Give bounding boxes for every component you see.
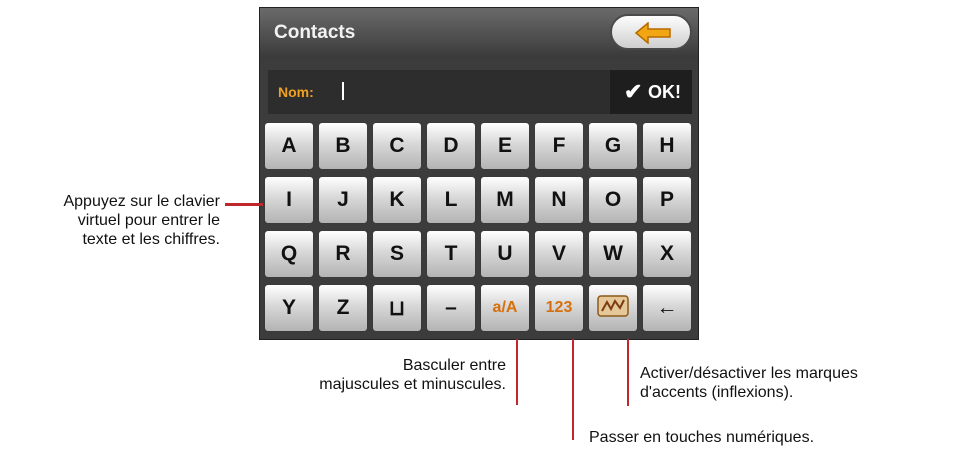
key-label: – bbox=[445, 296, 457, 319]
case-annotation: Basculer entre majuscules et minuscules. bbox=[248, 356, 506, 394]
key-a[interactable]: A bbox=[264, 122, 314, 170]
key-label: S bbox=[389, 242, 404, 265]
numeric-toggle-label: 123 bbox=[545, 299, 573, 316]
key-label: P bbox=[659, 188, 674, 211]
key-p[interactable]: P bbox=[642, 176, 692, 224]
key-numeric-toggle[interactable]: 123 bbox=[534, 284, 584, 332]
key-label: R bbox=[335, 242, 351, 265]
virtual-keyboard: A B C D E F G H I J K L M N O P Q R S T U V W X Y Z ⊔ – a/A 123 ← bbox=[264, 122, 696, 338]
space-icon: ⊔ bbox=[388, 296, 406, 320]
name-input-bar: Nom: ✔ OK! bbox=[268, 70, 692, 114]
key-label: F bbox=[552, 134, 566, 157]
text-caret bbox=[342, 82, 344, 100]
key-s[interactable]: S bbox=[372, 230, 422, 278]
key-k[interactable]: K bbox=[372, 176, 422, 224]
numeric-annotation: Passer en touches numériques. bbox=[589, 429, 815, 446]
key-label: C bbox=[389, 134, 405, 157]
check-icon: ✔ bbox=[624, 79, 643, 104]
accent-marks-icon bbox=[596, 293, 630, 324]
key-w[interactable]: W bbox=[588, 230, 638, 278]
back-button[interactable] bbox=[610, 14, 692, 50]
key-g[interactable]: G bbox=[588, 122, 638, 170]
key-label: Q bbox=[280, 242, 298, 265]
key-q[interactable]: Q bbox=[264, 230, 314, 278]
keyboard-annotation-line: texte et les chiffres. bbox=[82, 231, 220, 248]
keyboard-annotation-line: virtuel pour entrer le bbox=[77, 212, 220, 229]
key-label: B bbox=[335, 134, 351, 157]
key-label: T bbox=[444, 242, 458, 265]
key-c[interactable]: C bbox=[372, 122, 422, 170]
key-n[interactable]: N bbox=[534, 176, 584, 224]
key-z[interactable]: Z bbox=[318, 284, 368, 332]
key-u[interactable]: U bbox=[480, 230, 530, 278]
keyboard-annotation-line: Appuyez sur le clavier bbox=[63, 193, 220, 210]
accent-annotation: Activer/désactiver les marques d'accents… bbox=[640, 364, 858, 402]
key-o[interactable]: O bbox=[588, 176, 638, 224]
numeric-leader-line bbox=[572, 339, 574, 440]
case-annotation-line: Basculer entre bbox=[402, 357, 506, 374]
key-d[interactable]: D bbox=[426, 122, 476, 170]
key-label: L bbox=[444, 188, 458, 211]
key-i[interactable]: I bbox=[264, 176, 314, 224]
case-leader-line bbox=[516, 339, 518, 405]
key-label: J bbox=[337, 188, 349, 211]
key-accent-toggle[interactable] bbox=[588, 284, 638, 332]
key-label: Z bbox=[336, 296, 350, 319]
name-field-label: Nom: bbox=[278, 84, 314, 100]
accent-leader-line bbox=[627, 339, 629, 406]
key-label: I bbox=[286, 188, 292, 211]
key-r[interactable]: R bbox=[318, 230, 368, 278]
ok-button[interactable]: ✔ OK! bbox=[610, 70, 692, 114]
key-e[interactable]: E bbox=[480, 122, 530, 170]
keyboard-annotation: Appuyez sur le clavier virtuel pour entr… bbox=[4, 192, 220, 249]
key-label: K bbox=[389, 188, 405, 211]
key-x[interactable]: X bbox=[642, 230, 692, 278]
key-label: H bbox=[659, 134, 675, 157]
accent-annotation-line: Activer/désactiver les marques bbox=[640, 365, 858, 382]
key-dash[interactable]: – bbox=[426, 284, 476, 332]
case-toggle-label: a/A bbox=[492, 299, 518, 316]
key-label: E bbox=[497, 134, 512, 157]
key-label: V bbox=[551, 242, 566, 265]
screen-title: Contacts bbox=[274, 22, 356, 43]
key-v[interactable]: V bbox=[534, 230, 584, 278]
keyboard-leader-line bbox=[225, 203, 263, 206]
key-label: A bbox=[281, 134, 297, 157]
key-b[interactable]: B bbox=[318, 122, 368, 170]
key-label: W bbox=[603, 242, 623, 265]
key-label: Y bbox=[281, 296, 296, 319]
key-label: M bbox=[496, 188, 514, 211]
ok-label: OK! bbox=[648, 82, 681, 102]
key-j[interactable]: J bbox=[318, 176, 368, 224]
key-label: O bbox=[604, 188, 622, 211]
key-label: U bbox=[497, 242, 513, 265]
key-case-toggle[interactable]: a/A bbox=[480, 284, 530, 332]
key-label: D bbox=[443, 134, 459, 157]
backspace-arrow-icon: ← bbox=[656, 296, 678, 319]
keyboard-screen: Contacts Nom: ✔ OK! A B C D E F G H I J K L M N O P Q R S T… bbox=[259, 7, 699, 340]
key-backspace[interactable]: ← bbox=[642, 284, 692, 332]
case-annotation-line: majuscules et minuscules. bbox=[319, 376, 506, 393]
key-l[interactable]: L bbox=[426, 176, 476, 224]
key-label: G bbox=[604, 134, 622, 157]
key-label: X bbox=[659, 242, 674, 265]
key-f[interactable]: F bbox=[534, 122, 584, 170]
key-h[interactable]: H bbox=[642, 122, 692, 170]
key-y[interactable]: Y bbox=[264, 284, 314, 332]
title-bar: Contacts bbox=[260, 8, 698, 58]
key-t[interactable]: T bbox=[426, 230, 476, 278]
key-space[interactable]: ⊔ bbox=[372, 284, 422, 332]
back-arrow-icon bbox=[634, 22, 671, 44]
accent-annotation-line: d'accents (inflexions). bbox=[640, 384, 794, 401]
key-m[interactable]: M bbox=[480, 176, 530, 224]
key-label: N bbox=[551, 188, 567, 211]
